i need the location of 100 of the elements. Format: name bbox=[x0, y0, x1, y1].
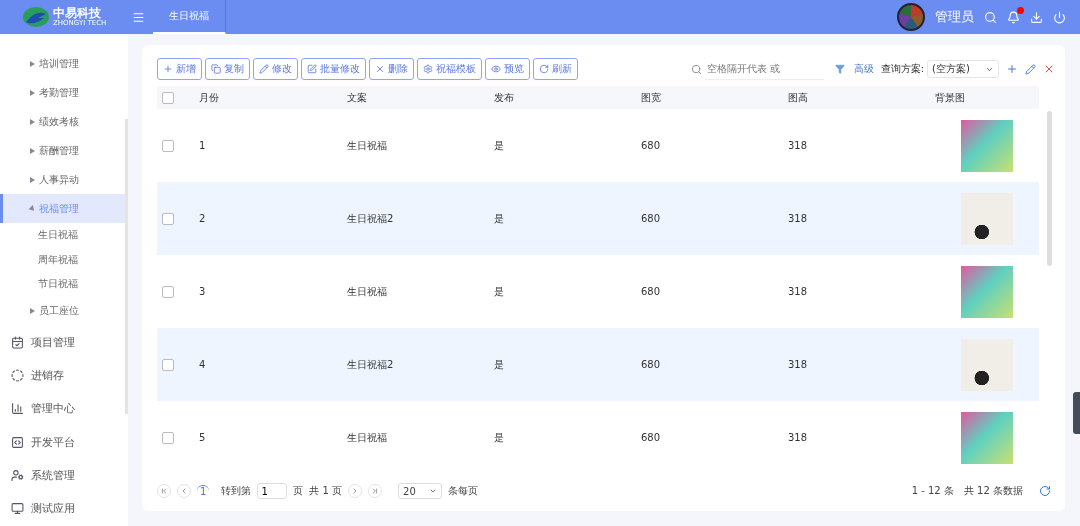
submenu-item[interactable]: 节日祝福 bbox=[0, 272, 128, 297]
table-cell: 生日祝福 bbox=[347, 430, 387, 445]
table-cell: 680 bbox=[641, 213, 661, 224]
checkbox[interactable] bbox=[162, 358, 174, 371]
column-header: 图高 bbox=[788, 90, 808, 105]
submenu-item[interactable]: 生日祝福 bbox=[0, 223, 128, 248]
module-item[interactable]: 系统管理 bbox=[0, 458, 128, 492]
table-cell: 生日祝福2 bbox=[347, 211, 394, 226]
photo-placeholder bbox=[961, 119, 1013, 172]
brand-name: 中易科技 bbox=[53, 7, 101, 20]
advanced-link[interactable]: 高级 bbox=[853, 62, 874, 76]
toolbar-button[interactable]: 批量修改 bbox=[301, 58, 366, 80]
toolbar-button[interactable]: 删除 bbox=[369, 58, 414, 80]
scrollbar[interactable] bbox=[1047, 111, 1052, 266]
close-icon[interactable] bbox=[1043, 63, 1055, 75]
module-item[interactable]: 管理中心 bbox=[0, 392, 128, 426]
module-item[interactable]: 项目管理 bbox=[0, 325, 128, 359]
close-icon bbox=[375, 64, 385, 74]
table-cell: 生日祝福2 bbox=[347, 357, 394, 372]
table-cell: 4 bbox=[199, 359, 206, 370]
module-item[interactable]: 进销存 bbox=[0, 358, 128, 393]
edit-icon[interactable] bbox=[1025, 63, 1036, 75]
page-size-select[interactable]: 20 bbox=[398, 483, 443, 499]
filter-icon[interactable] bbox=[834, 64, 845, 74]
toolbar-button[interactable]: 刷新 bbox=[533, 58, 578, 80]
table-cell: 2 bbox=[199, 213, 206, 224]
table-cell: 生日祝福 bbox=[347, 284, 387, 299]
checkbox[interactable] bbox=[162, 139, 174, 152]
prev-page-button[interactable] bbox=[177, 484, 191, 498]
table-cell: 318 bbox=[788, 286, 808, 297]
first-page-button[interactable] bbox=[157, 484, 171, 498]
add-icon[interactable] bbox=[1006, 63, 1018, 75]
plus-icon bbox=[163, 64, 173, 74]
checkbox[interactable] bbox=[162, 285, 174, 298]
table-cell: 1 bbox=[199, 140, 206, 151]
photo-placeholder bbox=[961, 265, 1013, 318]
left-icon bbox=[180, 487, 188, 495]
toolbar-button[interactable]: 复制 bbox=[205, 58, 250, 80]
checkbox[interactable] bbox=[162, 431, 174, 444]
table-cell: 680 bbox=[641, 286, 661, 297]
checkbox[interactable] bbox=[162, 212, 174, 225]
module-item[interactable]: 测试应用 bbox=[0, 492, 128, 526]
table-cell: 是 bbox=[494, 357, 504, 372]
table-row[interactable]: 2 生日祝福2 是 680 318 bbox=[157, 182, 1039, 255]
menu-icon[interactable] bbox=[132, 10, 145, 24]
refresh-icon[interactable] bbox=[1039, 485, 1051, 497]
menu-item[interactable]: 考勤管理 bbox=[0, 78, 128, 107]
table-row[interactable]: 4 生日祝福2 是 680 318 bbox=[157, 328, 1039, 401]
table-cell: 318 bbox=[788, 213, 808, 224]
goto-label: 转到第 bbox=[221, 484, 252, 498]
photo-placeholder bbox=[961, 411, 1013, 464]
column-header: 背景图 bbox=[935, 90, 965, 105]
search-icon[interactable] bbox=[984, 10, 997, 24]
download-icon[interactable] bbox=[1030, 10, 1043, 24]
table-cell: 3 bbox=[199, 286, 206, 297]
column-header: 文案 bbox=[347, 90, 367, 105]
caret-icon bbox=[429, 487, 438, 495]
menu-item[interactable]: 绩效考核 bbox=[0, 107, 128, 136]
total-pages: 共 1 页 bbox=[309, 484, 343, 498]
avatar[interactable] bbox=[897, 3, 925, 31]
column-header: 月份 bbox=[199, 90, 219, 105]
next-page-button[interactable] bbox=[348, 484, 363, 498]
table-cell: 680 bbox=[641, 359, 661, 370]
photo-placeholder bbox=[961, 338, 1013, 391]
power-icon[interactable] bbox=[1053, 10, 1066, 24]
table-cell: 318 bbox=[788, 359, 808, 370]
calendar-icon bbox=[11, 335, 24, 349]
page-input[interactable]: 1 bbox=[257, 483, 288, 499]
table-cell: 生日祝福 bbox=[347, 138, 387, 153]
eye-icon bbox=[491, 64, 501, 74]
scheme-select[interactable]: (空方案) bbox=[927, 60, 999, 78]
toolbar-button[interactable]: 新增 bbox=[157, 58, 202, 80]
toolbar-button[interactable]: 祝福模板 bbox=[417, 58, 482, 80]
user-icon bbox=[11, 468, 24, 482]
table-cell: 318 bbox=[788, 432, 808, 443]
table-cell: 318 bbox=[788, 140, 808, 151]
table-cell: 5 bbox=[199, 432, 206, 443]
menu-item[interactable]: 人事异动 bbox=[0, 165, 128, 194]
toolbar-button[interactable]: 预览 bbox=[485, 58, 530, 80]
menu-item[interactable]: 薪酬管理 bbox=[0, 136, 128, 165]
submenu-item[interactable]: 周年祝福 bbox=[0, 247, 128, 272]
menu-item[interactable]: 员工座位 bbox=[0, 296, 128, 326]
page-unit: 页 bbox=[293, 484, 304, 498]
copy-icon bbox=[211, 64, 221, 74]
table-cell: 是 bbox=[494, 284, 504, 299]
photo-placeholder bbox=[961, 192, 1013, 245]
scheme-label: 查询方案: bbox=[880, 62, 924, 76]
menu-item[interactable]: 培训管理 bbox=[0, 49, 128, 78]
side-handle[interactable] bbox=[1073, 392, 1080, 434]
bell-icon[interactable] bbox=[1007, 10, 1020, 24]
checkbox[interactable] bbox=[162, 91, 174, 104]
page-number[interactable]: 1 bbox=[197, 485, 210, 497]
last-page-button[interactable] bbox=[368, 484, 383, 498]
total-text: 共 12 条数据 bbox=[963, 484, 1023, 498]
table-cell: 680 bbox=[641, 140, 661, 151]
toolbar-button[interactable]: 修改 bbox=[253, 58, 298, 80]
edit-icon bbox=[307, 64, 317, 74]
refresh-icon bbox=[539, 64, 549, 74]
module-item[interactable]: 开发平台 bbox=[0, 425, 128, 459]
search-icon bbox=[690, 63, 702, 75]
